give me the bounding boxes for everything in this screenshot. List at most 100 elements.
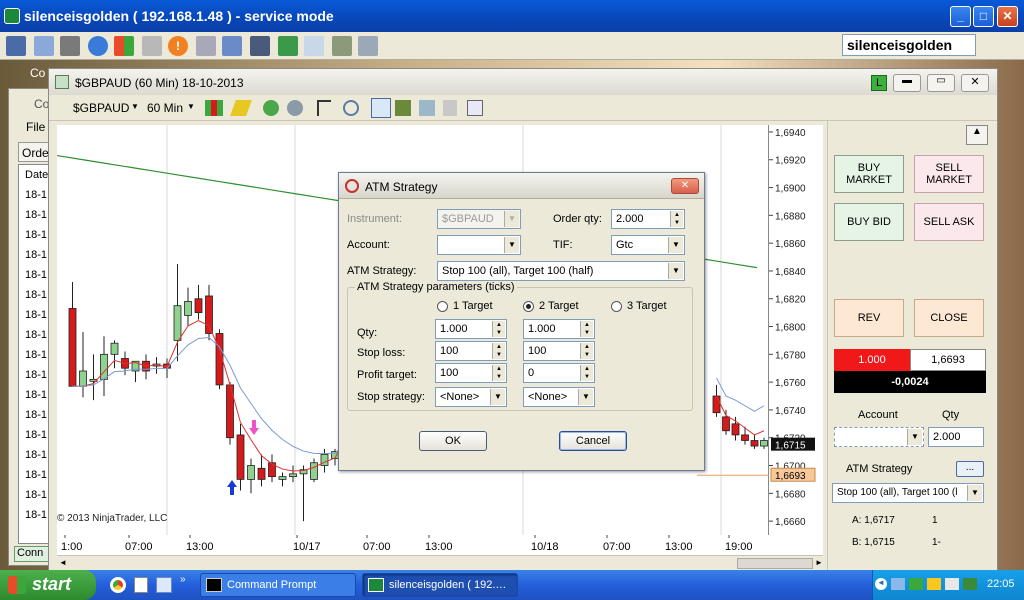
- close-button[interactable]: ✕: [997, 6, 1018, 27]
- atm-strategy-edit-button[interactable]: ...: [956, 461, 984, 477]
- instrument-dropdown-icon[interactable]: ▼: [131, 102, 139, 111]
- chat-icon[interactable]: [358, 36, 378, 56]
- windows-icon[interactable]: [34, 36, 54, 56]
- taskbar-ninjatrader[interactable]: silenceisgolden ( 192.…: [362, 573, 518, 597]
- refresh-icon[interactable]: [88, 36, 108, 56]
- printer-icon[interactable]: [142, 36, 162, 56]
- cursor-icon[interactable]: [317, 100, 331, 116]
- data-box-icon[interactable]: [395, 100, 411, 116]
- target1-stop-spinner[interactable]: 100 ▲ ▼: [435, 341, 507, 361]
- picture-icon[interactable]: [332, 36, 352, 56]
- target1-qty-spinner[interactable]: 1.000 ▲ ▼: [435, 319, 507, 339]
- power-icon[interactable]: [927, 578, 941, 590]
- account-dropdown[interactable]: ▼: [437, 235, 521, 255]
- atm-dropdown-icon[interactable]: ▼: [668, 263, 683, 279]
- chart-restore-button[interactable]: ▭: [927, 74, 955, 92]
- spin-icon[interactable]: ▲ ▼: [492, 321, 505, 337]
- spin-icon[interactable]: ▲ ▼: [580, 321, 593, 337]
- target2-qty-spinner[interactable]: 1.000 ▲ ▼: [523, 319, 595, 339]
- disconnect-icon[interactable]: [196, 36, 216, 56]
- order-qty-spin-icon[interactable]: ▲ ▼: [670, 211, 683, 227]
- tif-dropdown[interactable]: Gtc ▼: [611, 235, 685, 255]
- target1-radio[interactable]: [437, 301, 448, 312]
- target3-radio[interactable]: [611, 301, 622, 312]
- alert-icon[interactable]: !: [168, 36, 188, 56]
- account-dropdown-icon[interactable]: ▼: [907, 429, 922, 445]
- spin-icon[interactable]: ▲ ▼: [580, 343, 593, 359]
- target2-stop-strategy-dropdown[interactable]: <None> ▼: [523, 387, 595, 407]
- document-quicklaunch-icon[interactable]: [134, 577, 148, 593]
- target2-stop-spinner[interactable]: 100 ▲ ▼: [523, 341, 595, 361]
- close-position-button[interactable]: CLOSE: [914, 299, 984, 337]
- scroll-left-icon[interactable]: ◄: [59, 558, 67, 567]
- interval-dropdown-icon[interactable]: ▼: [187, 102, 195, 111]
- scroll-thumb[interactable]: [737, 558, 813, 569]
- folder-quicklaunch-icon[interactable]: [156, 577, 172, 593]
- properties-icon[interactable]: [443, 100, 457, 116]
- buy-bid-button[interactable]: BUY BID: [834, 203, 904, 241]
- taskbar-command-prompt[interactable]: Command Prompt: [200, 573, 356, 597]
- spin-icon[interactable]: ▲ ▼: [492, 343, 505, 359]
- chart-trader-icon[interactable]: [371, 98, 391, 118]
- atm-strategy-dropdown[interactable]: Stop 100 (all), Target 100 (half) ▼: [437, 261, 685, 281]
- account-name-field[interactable]: silenceisgolden: [842, 34, 976, 56]
- chart-close-button[interactable]: ✕: [961, 74, 989, 92]
- layout-icon[interactable]: [467, 100, 483, 116]
- scroll-right-icon[interactable]: ►: [815, 558, 823, 567]
- dropdown-icon[interactable]: ▼: [490, 389, 505, 405]
- bg-file-menu[interactable]: File: [26, 120, 45, 134]
- clock[interactable]: 22:05: [987, 578, 1015, 590]
- download-icon[interactable]: [278, 36, 298, 56]
- target2-profit-spinner[interactable]: 0 ▲ ▼: [523, 363, 595, 383]
- target1-stop-strategy-dropdown[interactable]: <None> ▼: [435, 387, 507, 407]
- panel-collapse-button[interactable]: ▲: [966, 125, 988, 145]
- indicator-add-icon[interactable]: [263, 100, 279, 116]
- dialog-close-button[interactable]: ✕: [671, 178, 699, 194]
- target1-profit-spinner[interactable]: 100 ▲ ▼: [435, 363, 507, 383]
- pencil-icon[interactable]: [230, 100, 252, 116]
- monitor-icon[interactable]: [250, 36, 270, 56]
- buy-market-button[interactable]: BUY MARKET: [834, 155, 904, 193]
- security-icon[interactable]: [909, 578, 923, 590]
- zoom-icon[interactable]: [343, 100, 359, 116]
- sell-ask-button[interactable]: SELL ASK: [914, 203, 984, 241]
- volume-icon[interactable]: [945, 578, 959, 590]
- tools-icon[interactable]: [60, 36, 80, 56]
- strategy-icon[interactable]: [287, 100, 303, 116]
- link-button[interactable]: L: [871, 75, 887, 91]
- minimize-button[interactable]: _: [950, 6, 971, 27]
- target3-label[interactable]: 3 Target: [627, 300, 667, 312]
- instrument-selector[interactable]: $GBPAUD: [73, 101, 129, 115]
- qty-spinner[interactable]: 2.000: [928, 427, 984, 447]
- spin-icon[interactable]: ▲ ▼: [492, 365, 505, 381]
- maximize-button[interactable]: □: [973, 6, 994, 27]
- interval-selector[interactable]: 60 Min: [147, 101, 183, 115]
- order-qty-spinner[interactable]: 2.000 ▲ ▼: [611, 209, 685, 229]
- windows-logo-icon[interactable]: [114, 36, 134, 56]
- account-dropdown[interactable]: ▼: [834, 427, 924, 447]
- ok-button[interactable]: OK: [419, 431, 487, 451]
- spin-icon[interactable]: ▲ ▼: [580, 365, 593, 381]
- bg-orders-tab[interactable]: Orde: [18, 142, 50, 162]
- target1-label[interactable]: 1 Target: [453, 300, 493, 312]
- chart-minimize-button[interactable]: ▬: [893, 74, 921, 92]
- tray-expand-icon[interactable]: ◄: [875, 578, 887, 590]
- panel-scrollbar[interactable]: [1006, 121, 1018, 573]
- fullscreen-icon[interactable]: [222, 36, 242, 56]
- network-icon[interactable]: [891, 578, 905, 590]
- chart-image-icon[interactable]: [419, 100, 435, 116]
- tif-dropdown-icon[interactable]: ▼: [668, 237, 683, 253]
- atm-dropdown-icon[interactable]: ▼: [967, 485, 982, 501]
- bar-type-icon[interactable]: [205, 100, 223, 116]
- target2-radio[interactable]: [523, 301, 534, 312]
- chrome-icon[interactable]: [110, 577, 126, 593]
- sell-market-button[interactable]: SELL MARKET: [914, 155, 984, 193]
- account-dropdown-icon[interactable]: ▼: [504, 237, 519, 253]
- atm-strategy-dropdown[interactable]: Stop 100 (all), Target 100 (l ▼: [832, 483, 984, 503]
- display-icon[interactable]: [963, 578, 977, 590]
- bg-tab-1[interactable]: Co: [30, 66, 45, 80]
- reverse-button[interactable]: REV: [834, 299, 904, 337]
- target2-label[interactable]: 2 Target: [539, 300, 579, 312]
- chart-icon[interactable]: [6, 36, 26, 56]
- horizontal-scrollbar[interactable]: ◄ ►: [57, 555, 823, 571]
